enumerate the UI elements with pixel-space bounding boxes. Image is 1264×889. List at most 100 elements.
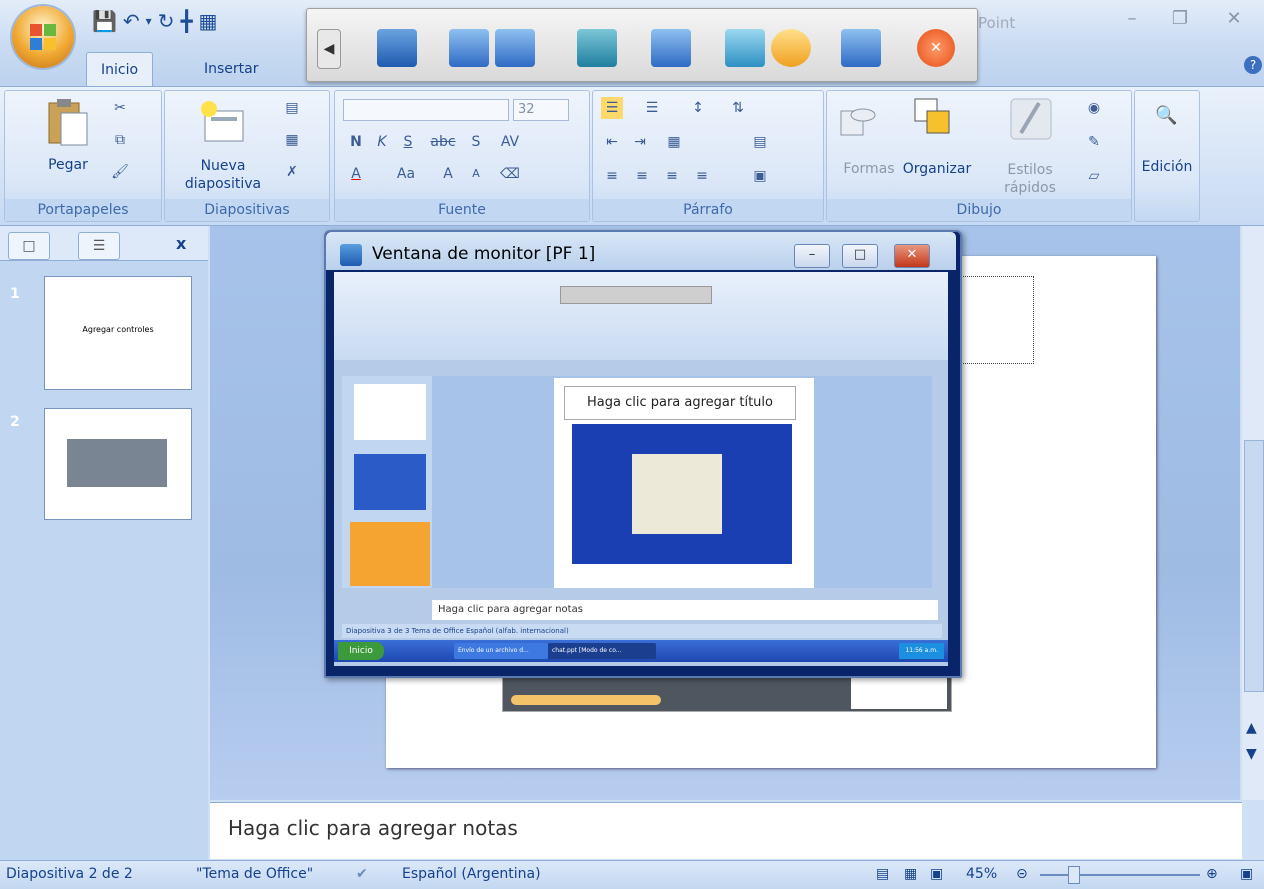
tab-outline[interactable]: ☰ bbox=[78, 232, 120, 260]
redo-icon[interactable]: ↻ bbox=[158, 9, 175, 33]
text-direction-icon[interactable]: ⇅ bbox=[727, 97, 749, 119]
cut-icon[interactable]: ✂ bbox=[109, 97, 131, 119]
zoom-level[interactable]: 45% bbox=[966, 866, 997, 882]
editing-label[interactable]: Edición bbox=[1135, 159, 1199, 175]
arrange-icon[interactable] bbox=[913, 97, 959, 143]
fit-to-window-icon[interactable]: ▣ bbox=[1240, 866, 1253, 882]
numbering-icon[interactable]: ☰ bbox=[641, 97, 663, 119]
arrange-label[interactable]: Organizar bbox=[897, 161, 977, 177]
normal-view-icon[interactable]: ▤ bbox=[876, 866, 889, 882]
prev-slide-icon[interactable]: ▲ bbox=[1246, 720, 1257, 736]
tab-insertar[interactable]: Insertar bbox=[190, 52, 273, 86]
layout-icon[interactable]: ▤ bbox=[281, 97, 303, 119]
align-center-icon[interactable]: ≡ bbox=[631, 165, 653, 187]
document-icon[interactable] bbox=[651, 29, 691, 67]
notes-placeholder[interactable]: Haga clic para agregar notas bbox=[228, 816, 518, 840]
find-binoculars-icon[interactable]: 🔍 bbox=[1155, 105, 1177, 127]
char-spacing-icon[interactable]: AV bbox=[493, 131, 527, 153]
align-text-icon[interactable]: ▤ bbox=[749, 131, 771, 153]
align-right-icon[interactable]: ≡ bbox=[661, 165, 683, 187]
refresh-icon[interactable] bbox=[725, 29, 765, 67]
tab-inicio[interactable]: Inicio bbox=[86, 52, 154, 87]
new-slide-label[interactable]: Nueva diapositiva bbox=[175, 157, 271, 193]
decrease-indent-icon[interactable]: ⇤ bbox=[601, 131, 623, 153]
zoom-in-icon[interactable]: ⊕ bbox=[1206, 866, 1218, 882]
smartart-icon[interactable]: ▣ bbox=[749, 165, 771, 187]
monitor-icon[interactable] bbox=[377, 29, 417, 67]
hand-icon[interactable] bbox=[771, 29, 811, 67]
undo-dropdown-icon[interactable]: ▾ bbox=[146, 14, 152, 28]
transfer-icon[interactable] bbox=[577, 29, 617, 67]
italic-icon[interactable]: K bbox=[371, 131, 393, 153]
justify-icon[interactable]: ≡ bbox=[691, 165, 713, 187]
close-panel-button[interactable]: x bbox=[176, 234, 186, 253]
inner-taskbar-item-2: chat.ppt [Modo de co... bbox=[548, 643, 656, 659]
quick-styles-icon[interactable] bbox=[1009, 97, 1059, 143]
undo-icon[interactable]: ↶ bbox=[123, 9, 140, 33]
group-diapositivas: Nueva diapositiva ▤ ▦ ✗ Diapositivas bbox=[164, 90, 330, 222]
spellcheck-icon[interactable]: ✔ bbox=[356, 866, 368, 882]
monitor-close-button[interactable]: ✕ bbox=[894, 244, 930, 268]
change-case-icon[interactable]: Aa bbox=[389, 163, 423, 185]
underline-icon[interactable]: S bbox=[397, 131, 419, 153]
bullets-icon[interactable]: ☰ bbox=[601, 97, 623, 119]
bold-icon[interactable]: N bbox=[345, 131, 367, 153]
close-window-button[interactable]: ✕ bbox=[1214, 6, 1254, 32]
shapes-label[interactable]: Formas bbox=[831, 161, 907, 177]
shape-effects-icon[interactable]: ▱ bbox=[1083, 165, 1105, 187]
new-slide-icon[interactable] bbox=[199, 97, 247, 147]
close-toolbar-icon[interactable]: ✕ bbox=[917, 29, 955, 67]
tab-slides[interactable]: □ bbox=[8, 232, 50, 260]
zoom-slider-thumb[interactable] bbox=[1068, 866, 1080, 884]
next-slide-icon[interactable]: ▼ bbox=[1246, 746, 1257, 762]
shape-outline-icon[interactable]: ✎ bbox=[1083, 131, 1105, 153]
layout-icon[interactable]: ▦ bbox=[199, 9, 218, 33]
increase-indent-icon[interactable]: ⇥ bbox=[629, 131, 651, 153]
scrollbar-thumb[interactable] bbox=[1244, 440, 1264, 692]
receive-file-icon[interactable] bbox=[495, 29, 535, 67]
font-name-input[interactable] bbox=[343, 99, 509, 121]
quick-styles-label[interactable]: Estilos rápidos bbox=[985, 161, 1075, 197]
font-color-icon[interactable]: A bbox=[345, 163, 367, 185]
slide-sorter-icon[interactable]: ▦ bbox=[904, 866, 917, 882]
monitor-maximize-button[interactable]: □ bbox=[842, 244, 878, 268]
align-left-icon[interactable]: ≡ bbox=[601, 165, 623, 187]
strikethrough-icon[interactable]: abc bbox=[427, 131, 459, 153]
save-icon[interactable]: 💾 bbox=[92, 9, 117, 33]
clear-format-icon[interactable]: ⌫ bbox=[499, 163, 521, 185]
zoom-slider-track[interactable] bbox=[1040, 874, 1200, 876]
monitor-minimize-button[interactable]: – bbox=[794, 244, 830, 268]
delete-slide-icon[interactable]: ✗ bbox=[281, 161, 303, 183]
slide-number-1: 1 bbox=[10, 286, 20, 302]
shadow-icon[interactable]: S bbox=[465, 131, 487, 153]
columns-icon[interactable]: ▦ bbox=[663, 131, 685, 153]
maximize-window-button[interactable]: ❐ bbox=[1160, 6, 1200, 32]
zoom-out-icon[interactable]: ⊝ bbox=[1016, 866, 1028, 882]
paste-label[interactable]: Pegar bbox=[43, 157, 93, 173]
slide-thumbnail-1[interactable]: Agregar controles bbox=[44, 276, 192, 390]
copy-icon[interactable]: ⧉ bbox=[109, 129, 131, 151]
slide-placeholder[interactable] bbox=[958, 276, 1034, 364]
draw-table-icon[interactable]: ╋ bbox=[180, 9, 192, 33]
paste-icon[interactable] bbox=[45, 97, 91, 149]
quick-styles-label-line2: rápidos bbox=[1004, 180, 1056, 196]
send-file-icon[interactable] bbox=[449, 29, 489, 67]
font-size-input[interactable]: 32 bbox=[513, 99, 569, 121]
format-painter-icon[interactable]: 🖌 bbox=[109, 161, 131, 183]
chat-icon[interactable] bbox=[841, 29, 881, 67]
minimize-window-button[interactable]: – bbox=[1112, 6, 1152, 32]
shrink-font-icon[interactable]: A bbox=[465, 163, 487, 185]
shapes-icon[interactable] bbox=[837, 101, 877, 141]
toolbar-back-icon[interactable]: ◀ bbox=[317, 29, 341, 69]
line-spacing-icon[interactable]: ↕ bbox=[687, 97, 709, 119]
inner-slide-title: Haga clic para agregar título bbox=[564, 386, 796, 420]
status-language[interactable]: Español (Argentina) bbox=[402, 866, 541, 882]
help-icon[interactable]: ? bbox=[1244, 56, 1262, 74]
grow-font-icon[interactable]: A bbox=[437, 163, 459, 185]
slide-thumbnail-2[interactable] bbox=[44, 408, 192, 520]
reset-slide-icon[interactable]: ▦ bbox=[281, 129, 303, 151]
slideshow-icon[interactable]: ▣ bbox=[930, 866, 943, 882]
office-button[interactable] bbox=[12, 6, 74, 68]
monitor-window-content[interactable]: Haga clic para agregar título Haga clic … bbox=[334, 272, 948, 666]
shape-fill-icon[interactable]: ◉ bbox=[1083, 97, 1105, 119]
